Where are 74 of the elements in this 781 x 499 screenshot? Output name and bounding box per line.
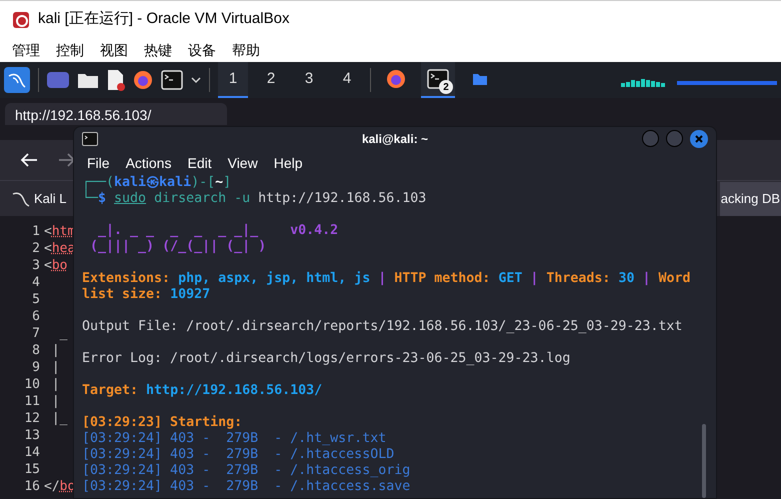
close-icon — [695, 135, 703, 143]
line-number: 3 — [31, 256, 41, 275]
menu-item[interactable]: 设备 — [188, 40, 216, 60]
terminal-line: └─$ sudo dirsearch -u http://192.168.56.103 — [82, 191, 428, 207]
line-number: 12 — [23, 410, 41, 428]
line-number: 9 — [31, 358, 41, 377]
line-number: 2 — [31, 240, 41, 258]
line-number: 5 — [31, 290, 41, 309]
menu-item[interactable]: 热键 — [144, 40, 172, 60]
source-code: _ — [58, 324, 68, 343]
terminal-line: Error Log: /root/.dirsearch/logs/errors-23-06-25_03-29-23.log — [82, 351, 572, 367]
menu-item[interactable]: 帮助 — [232, 40, 260, 60]
browser-icon — [133, 70, 153, 90]
source-code: | — [50, 358, 60, 377]
terminal-line: [03:29:24] 403 - 279B - /.htaccess_orig — [82, 463, 412, 479]
scrollbar[interactable] — [702, 424, 706, 498]
source-code: | — [50, 342, 60, 360]
forward-arrow-icon[interactable] — [58, 152, 76, 168]
menu-item[interactable]: View — [228, 152, 258, 174]
terminal-line: Output File: /root/.dirsearch/reports/192.168.56.103/_23-06-25_03-29-23.txt — [82, 319, 684, 335]
line-number: 7 — [31, 324, 41, 343]
line-number: 4 — [31, 274, 41, 292]
workspace-button[interactable]: 2 — [256, 62, 286, 98]
source-code: | — [50, 392, 60, 411]
line-number: 11 — [23, 392, 41, 411]
app-icon — [12, 10, 30, 28]
menu-item[interactable]: Actions — [126, 152, 172, 174]
count-badge: 2 — [439, 80, 453, 94]
terminal-line: [03:29:24] 403 - 279B - /.ht_wsr.txt — [82, 431, 388, 447]
menu-item[interactable]: 视图 — [100, 40, 128, 60]
terminal-title: kali@kali: ~ — [362, 131, 428, 148]
terminal-line: _|. _ _ _ _ _ _|_ v0.4.2 — [97, 223, 340, 239]
line-number: 14 — [23, 444, 41, 462]
line-number: 10 — [23, 376, 41, 394]
workspace-button[interactable]: 4 — [332, 62, 362, 98]
line-number: 6 — [31, 308, 41, 326]
folder-icon[interactable] — [77, 71, 99, 89]
terminal-line: ┌──(kali㉿kali)-[~] — [82, 175, 232, 190]
desktop-icon[interactable] — [47, 72, 69, 88]
back-arrow-icon[interactable] — [20, 152, 38, 168]
task-button[interactable]: 2 — [421, 62, 455, 98]
terminal-icon — [82, 132, 98, 146]
terminal-line: [03:29:23] Starting: — [82, 415, 244, 431]
terminal-icon — [161, 70, 183, 90]
window-title: kali [正在运行] - Oracle VM VirtualBox — [38, 9, 290, 30]
source-code: | — [50, 376, 60, 394]
terminal-line: Extensions: php, aspx, jsp, html, js | HTTP method: GET | Threads: 30 | Wordlist size: 10927 — [82, 271, 692, 303]
line-number: 13 — [23, 426, 41, 445]
line-number: 8 — [31, 342, 41, 360]
menu-item[interactable]: 管理 — [12, 40, 40, 60]
workspace-button[interactable]: 3 — [294, 62, 324, 98]
terminal-line: Target: http://192.168.56.103/ — [82, 383, 324, 399]
line-number: 1 — [31, 222, 41, 241]
line-number: 15 — [23, 460, 41, 479]
folder-icon — [472, 72, 488, 86]
bookmark-item[interactable]: Kali L — [8, 182, 71, 216]
bookmark-item[interactable]: acking DB — [720, 182, 781, 216]
menu-item[interactable]: Edit — [187, 152, 212, 174]
line-number: 16 — [23, 478, 41, 496]
menu-item[interactable]: 控制 — [56, 40, 84, 60]
source-code: <bo — [44, 256, 68, 275]
terminal-icon — [427, 69, 449, 89]
source-code: |_ — [50, 410, 68, 428]
menu-item[interactable]: Help — [274, 152, 302, 174]
browser-tab[interactable]: http://192.168.56.103/ — [5, 103, 227, 125]
close-button[interactable] — [690, 130, 708, 148]
terminal-line: [03:29:24] 403 - 279B - /.htaccess.save — [82, 479, 412, 495]
terminal-line: [03:29:24] 403 - 279B - /.htaccessOLD — [82, 447, 396, 463]
chevron-down-icon[interactable] — [191, 76, 201, 84]
browser-icon — [386, 69, 406, 89]
text-editor-icon[interactable] — [107, 69, 125, 91]
workspace-button[interactable]: 1 — [218, 62, 248, 98]
menu-item[interactable]: File — [87, 152, 110, 174]
terminal-line: (_||| _) (/_(_|| (_| ) — [89, 239, 268, 255]
